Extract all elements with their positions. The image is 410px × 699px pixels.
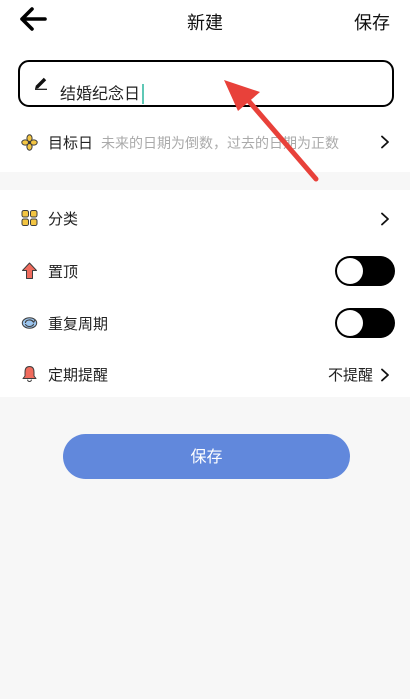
pin-toggle[interactable]	[335, 256, 395, 286]
arrow-up-icon	[22, 262, 37, 279]
nav-bar: 新建 保存	[0, 0, 410, 42]
save-button[interactable]: 保存	[63, 434, 350, 479]
target-date-row[interactable]: 目标日 未来的日期为倒数，过去的日期为正数	[0, 124, 410, 160]
chevron-right-icon	[381, 135, 389, 149]
page-title: 新建	[187, 13, 223, 34]
settings-section: 分类 置顶 重复周期 定期提醒 不提醒	[0, 190, 410, 397]
repeat-label: 重复周期	[48, 315, 109, 333]
pin-row: 置顶	[0, 245, 410, 297]
category-label: 分类	[48, 210, 79, 228]
bell-icon	[22, 366, 37, 383]
target-date-hint: 未来的日期为倒数，过去的日期为正数	[101, 136, 339, 152]
event-name-input[interactable]: 结婚纪念日	[18, 60, 394, 107]
repeat-row: 重复周期	[0, 297, 410, 349]
reminder-label: 定期提醒	[48, 366, 109, 384]
category-row[interactable]: 分类	[0, 192, 410, 244]
toggle-knob	[337, 258, 363, 284]
toggle-knob	[337, 310, 363, 336]
flower-icon	[21, 134, 38, 151]
chevron-right-icon	[381, 368, 389, 382]
pin-label: 置顶	[48, 263, 79, 281]
top-section: 新建 保存 结婚纪念日 目标日 未来的日期为倒数，过去的日期为正数	[0, 0, 410, 172]
reminder-value: 不提醒	[327, 366, 373, 384]
header-save-button[interactable]: 保存	[354, 9, 390, 35]
repeat-icon	[21, 317, 38, 329]
category-icon	[21, 210, 38, 226]
target-date-label: 目标日	[48, 134, 94, 152]
repeat-toggle[interactable]	[335, 308, 395, 338]
chevron-right-icon	[381, 212, 389, 226]
event-name-value: 结婚纪念日	[60, 84, 145, 104]
pencil-icon	[35, 77, 47, 90]
reminder-row[interactable]: 定期提醒 不提醒	[0, 348, 410, 400]
